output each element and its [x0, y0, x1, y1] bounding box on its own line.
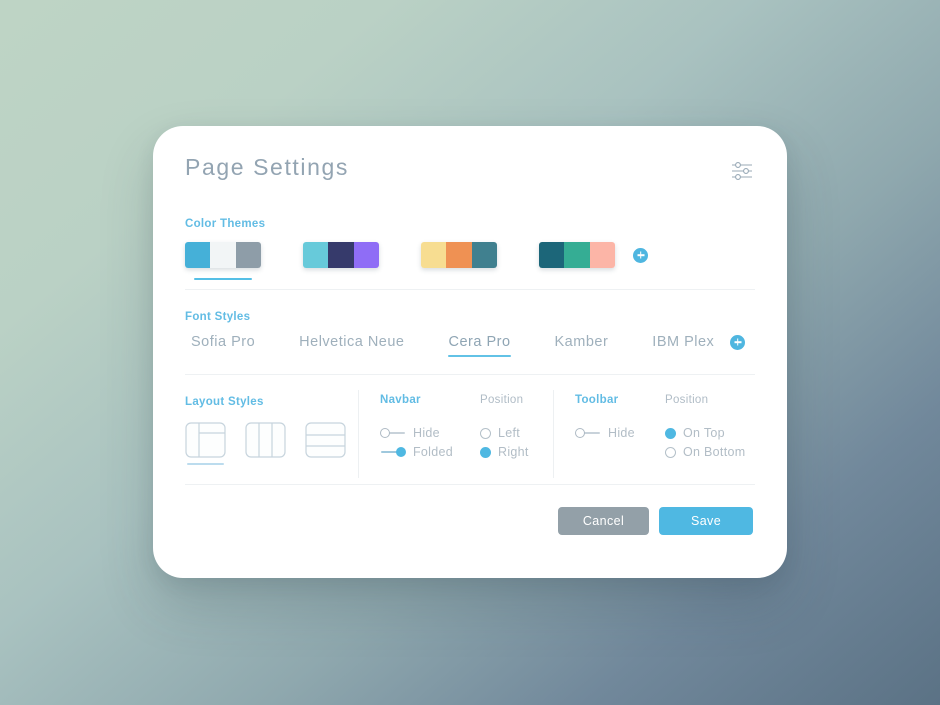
radio-icon	[665, 446, 676, 458]
radio-icon	[480, 427, 491, 439]
add-font-style-button[interactable]	[730, 334, 746, 350]
font-option-cera-pro[interactable]: Cera Pro	[442, 334, 516, 357]
font-styles-row: Sofia Pro Helvetica Neue Cera Pro Kamber…	[185, 334, 746, 357]
toolbar-position-column: Position On Top On Bottom	[665, 394, 745, 462]
font-styles-label: Font Styles	[185, 311, 251, 323]
color-theme-option[interactable]	[303, 242, 379, 268]
navbar-position-right-label: Right	[498, 445, 529, 459]
swatch-color	[210, 242, 236, 268]
color-theme-swatch	[185, 242, 261, 268]
toolbar-position-on-top-label: On Top	[683, 426, 725, 440]
font-option-kamber[interactable]: Kamber	[549, 334, 615, 357]
color-themes-row	[185, 242, 648, 280]
swatch-color	[589, 242, 615, 268]
sliders-icon[interactable]	[729, 158, 755, 184]
swatch-color	[353, 242, 379, 268]
color-theme-swatch	[539, 242, 615, 268]
font-option-sofia-pro[interactable]: Sofia Pro	[185, 334, 261, 357]
navbar-column: Navbar Hide Folded	[380, 394, 453, 462]
selected-indicator	[194, 278, 252, 280]
navbar-position-right-radio[interactable]: Right	[480, 443, 529, 461]
font-option-helvetica-neue[interactable]: Helvetica Neue	[293, 334, 410, 357]
swatch-color	[185, 242, 211, 268]
save-button[interactable]: Save	[659, 507, 753, 535]
swatch-color	[235, 242, 261, 268]
navbar-folded-label: Folded	[413, 445, 454, 459]
swatch-color	[303, 242, 329, 268]
navbar-folded-toggle[interactable]: Folded	[380, 443, 453, 461]
layout-option-sidebar-header[interactable]	[185, 422, 226, 465]
swatch-color	[539, 242, 565, 268]
navbar-hide-label: Hide	[413, 426, 440, 440]
color-theme-option[interactable]	[185, 242, 261, 280]
color-theme-swatch	[421, 242, 497, 268]
layout-styles-label: Layout Styles	[185, 396, 264, 408]
color-theme-option[interactable]	[421, 242, 497, 268]
page-title: Page Settings	[185, 154, 350, 180]
font-option-ibm-plex[interactable]: IBM Plex	[646, 334, 720, 357]
toolbar-hide-toggle[interactable]: Hide	[575, 424, 635, 442]
swatch-color	[564, 242, 590, 268]
toolbar-position-title: Position	[665, 394, 709, 406]
toggle-switch-icon	[380, 427, 406, 439]
navbar-title: Navbar	[380, 394, 421, 406]
swatch-color	[446, 242, 472, 268]
divider	[553, 390, 554, 478]
navbar-position-column: Position Left Right	[480, 394, 529, 462]
divider	[185, 289, 755, 290]
swatch-color	[328, 242, 354, 268]
divider	[185, 484, 755, 485]
toggle-switch-icon	[575, 427, 601, 439]
radio-icon	[480, 446, 491, 458]
add-color-theme-button[interactable]	[633, 247, 648, 263]
toggle-switch-icon	[380, 446, 406, 458]
layout-option-three-column[interactable]	[245, 422, 286, 463]
swatch-color	[471, 242, 497, 268]
divider	[185, 374, 755, 375]
color-theme-swatch	[303, 242, 379, 268]
navbar-position-left-radio[interactable]: Left	[480, 424, 529, 442]
layout-option-three-row[interactable]	[305, 422, 346, 463]
navbar-position-left-label: Left	[498, 426, 521, 440]
swatch-color	[421, 242, 447, 268]
toolbar-position-on-bottom-label: On Bottom	[683, 445, 746, 459]
page-settings-dialog: Page Settings Color Themes Font Styles S…	[153, 126, 787, 578]
toolbar-title: Toolbar	[575, 394, 619, 406]
color-theme-option[interactable]	[539, 242, 615, 268]
navbar-hide-toggle[interactable]: Hide	[380, 424, 453, 442]
toolbar-column: Toolbar Hide	[575, 394, 635, 443]
navbar-position-title: Position	[480, 394, 524, 406]
toolbar-hide-label: Hide	[608, 426, 635, 440]
toolbar-position-on-bottom-radio[interactable]: On Bottom	[665, 443, 745, 461]
divider	[358, 390, 359, 478]
layout-styles-row	[185, 422, 365, 465]
toolbar-position-on-top-radio[interactable]: On Top	[665, 424, 745, 442]
cancel-button[interactable]: Cancel	[558, 507, 649, 535]
radio-icon	[665, 427, 676, 439]
selected-indicator	[187, 463, 224, 465]
color-themes-label: Color Themes	[185, 218, 266, 230]
